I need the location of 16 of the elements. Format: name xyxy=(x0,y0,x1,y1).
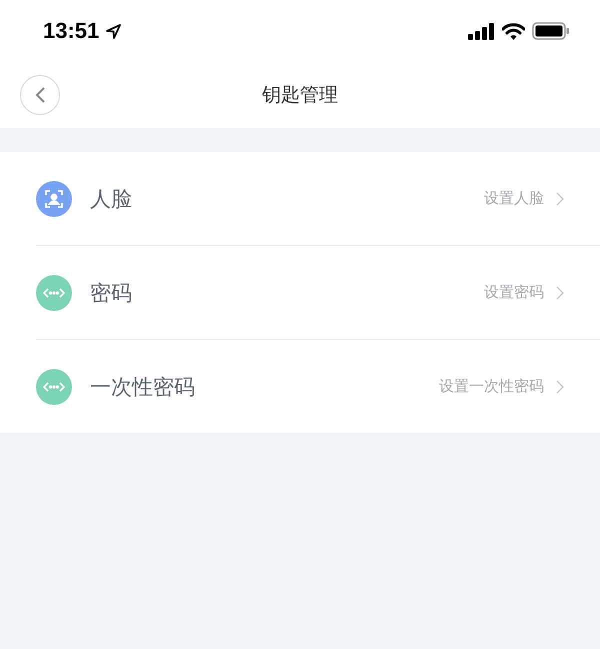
signal-icon xyxy=(468,22,495,40)
chevron-right-icon xyxy=(556,192,564,206)
battery-icon xyxy=(532,22,570,40)
page-title: 钥匙管理 xyxy=(262,83,338,108)
key-row[interactable]: 一次性密码 设置一次性密码 xyxy=(36,340,600,433)
key-row[interactable]: 密码 设置密码 xyxy=(36,246,600,340)
location-arrow-icon xyxy=(106,24,122,38)
status-time: 13:51 xyxy=(43,18,100,44)
chevron-right-icon xyxy=(556,380,564,394)
chevron-right-icon xyxy=(556,286,564,300)
key-label: 一次性密码 xyxy=(90,374,195,400)
key-label: 密码 xyxy=(90,280,132,306)
wifi-icon xyxy=(502,22,525,40)
key-label: 人脸 xyxy=(90,186,132,212)
key-row[interactable]: 人脸 设置人脸 xyxy=(36,152,600,246)
back-button[interactable] xyxy=(20,75,60,115)
